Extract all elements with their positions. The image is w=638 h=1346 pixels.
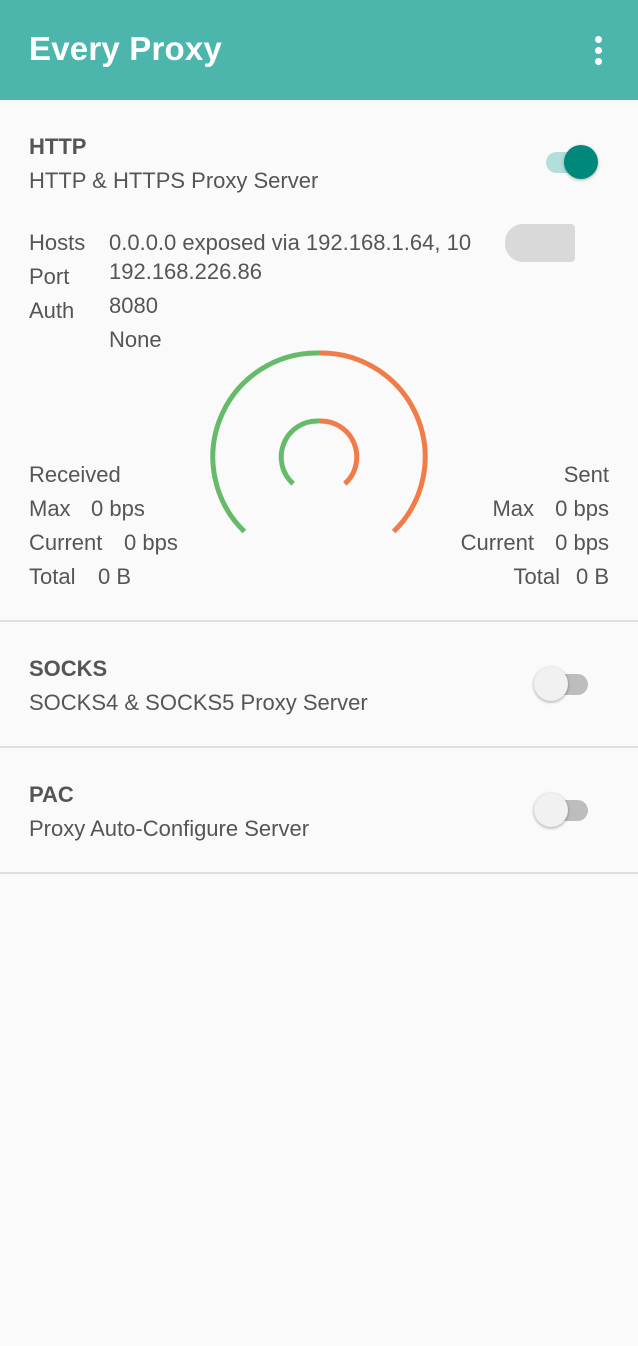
pac-section[interactable]: PAC Proxy Auto-Configure Server [0,748,638,872]
sent-max-label: Max [492,496,534,521]
pac-subtitle: Proxy Auto-Configure Server [29,816,310,841]
hosts-value: 0.0.0.0 exposed via 192.168.1.64, 10 [109,230,472,255]
received-max-value: 0 bps [91,496,145,521]
divider-pac [0,872,638,874]
socks-subtitle: SOCKS4 & SOCKS5 Proxy Server [29,690,368,715]
socks-toggle-thumb [534,667,568,701]
redacted-host-mask [505,224,575,262]
socks-title: SOCKS [29,656,108,681]
received-inner-arc [278,418,320,486]
received-current-label: Current [29,530,103,555]
received-total-label: Total [29,564,76,589]
sent-max-value: 0 bps [555,496,609,521]
sent-heading: Sent [563,462,609,487]
received-heading: Received [29,462,121,487]
pac-toggle[interactable] [532,790,594,830]
sent-total-value: 0 B [575,564,609,589]
port-label: Port [29,264,70,289]
sent-outer-arc [318,350,428,534]
port-value: 8080 [109,293,158,318]
auth-label: Auth [29,298,75,323]
sent-inner-arc [318,418,360,486]
more-options-icon[interactable] [582,30,616,70]
socks-section[interactable]: SOCKS SOCKS4 & SOCKS5 Proxy Server [0,622,638,746]
received-max-label: Max [29,496,71,521]
http-toggle-thumb [564,145,598,179]
received-current-value: 0 bps [124,530,178,555]
pac-toggle-thumb [534,793,568,827]
sent-current-label: Current [460,530,534,555]
hosts-label: Hosts [29,230,86,255]
received-outer-arc [210,350,320,534]
app-bar: Every Proxy [0,0,638,100]
http-toggle[interactable] [540,142,602,182]
traffic-gauge [210,350,428,534]
pac-title: PAC [29,782,74,807]
received-total-value: 0 B [98,564,132,589]
hosts-value-line2: 192.168.226.86 [109,259,262,284]
http-title: HTTP [29,134,87,159]
sent-current-value: 0 bps [555,530,609,555]
auth-value: None [109,327,162,352]
http-subtitle: HTTP & HTTPS Proxy Server [29,168,319,193]
socks-toggle[interactable] [532,664,594,704]
app-title: Every Proxy [29,30,222,67]
sent-total-label: Total [513,564,560,589]
